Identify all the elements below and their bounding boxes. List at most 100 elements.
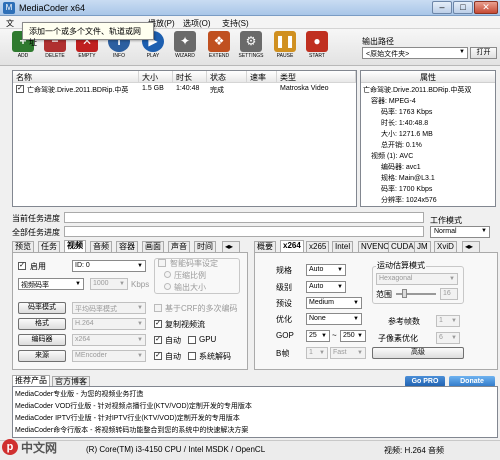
output-size-label: 输出大小 bbox=[174, 283, 206, 292]
file-list[interactable]: 名称 大小 时长 状态 速率 类型 ✓ 亡命驾驶.Drive.2011.BDRi… bbox=[12, 70, 357, 207]
chevron-down-icon: ▼ bbox=[353, 300, 359, 306]
column-header-duration[interactable]: 时长 bbox=[173, 71, 207, 83]
tab-intel[interactable]: Intel bbox=[332, 241, 354, 252]
start-label: START bbox=[309, 53, 325, 59]
tab-scroll[interactable]: ◂▸ bbox=[222, 241, 240, 252]
auto-encoder-checkbox[interactable]: ✓ bbox=[154, 336, 162, 344]
tab-time[interactable]: 时间 bbox=[194, 241, 216, 252]
list-item[interactable]: MediaCoder IPTV行业版 - 针对IPTV行业(KTV/VOD)定制… bbox=[15, 413, 240, 423]
start-button[interactable]: ● START bbox=[302, 31, 332, 65]
column-header-status[interactable]: 状态 bbox=[207, 71, 247, 83]
rate-mode-select[interactable]: 平均码率模式 ▼ bbox=[72, 302, 146, 314]
column-header-name[interactable]: 名称 bbox=[13, 71, 139, 83]
subpel-select[interactable]: 6 ▼ bbox=[436, 332, 460, 344]
format-select[interactable]: H.264 ▼ bbox=[72, 318, 146, 330]
tab-x264[interactable]: x264 bbox=[280, 240, 304, 252]
status-cpu: (R) Core(TM) i3-4150 CPU / Intel MSDK / … bbox=[86, 445, 266, 454]
output-path-combo[interactable]: <原始文件夹> ▼ bbox=[362, 47, 468, 59]
rate-mode-button[interactable]: 码率模式 bbox=[18, 302, 66, 314]
column-header-type[interactable]: 类型 bbox=[277, 71, 356, 83]
gop-min-select[interactable]: 25 ▼ bbox=[306, 330, 330, 342]
open-folder-button[interactable]: 打开 bbox=[470, 47, 497, 59]
maximize-icon[interactable]: □ bbox=[453, 1, 473, 14]
chevron-down-icon: ▼ bbox=[337, 284, 343, 290]
source-select[interactable]: MEncoder ▼ bbox=[72, 350, 146, 362]
list-item[interactable]: MediaCoder VOD行业版 - 针对视频点播行业(KTV/VOD)定制开… bbox=[15, 401, 252, 411]
tab-container[interactable]: 容器 bbox=[116, 241, 138, 252]
bframes-mode-select[interactable]: Fast ▼ bbox=[330, 347, 366, 359]
source-button[interactable]: 来源 bbox=[18, 350, 66, 362]
range-value-box[interactable]: 16 bbox=[440, 288, 458, 300]
menu-file[interactable]: 文 bbox=[6, 18, 14, 29]
tab-summary[interactable]: 概要 bbox=[254, 241, 276, 252]
tab-scroll-right[interactable]: ◂▸ bbox=[462, 241, 480, 252]
profile-select[interactable]: Auto ▼ bbox=[306, 264, 346, 276]
encoder-select[interactable]: x264 ▼ bbox=[72, 334, 146, 346]
chevron-down-icon: ▼ bbox=[337, 267, 343, 273]
properties-header: 属性 bbox=[361, 71, 495, 83]
compress-ratio-radio[interactable] bbox=[164, 271, 171, 278]
tab-picture[interactable]: 画面 bbox=[142, 241, 164, 252]
extend-button[interactable]: ❖ EXTEND bbox=[204, 31, 234, 65]
ref-frames-value: 1 bbox=[439, 317, 443, 324]
column-header-size[interactable]: 大小 bbox=[139, 71, 173, 83]
close-icon[interactable]: ✕ bbox=[474, 1, 498, 14]
tab-tasks[interactable]: 任务 bbox=[38, 241, 60, 252]
tab-jm[interactable]: JM bbox=[414, 241, 431, 252]
crf-label: 基于CRF的多次编码 bbox=[165, 304, 238, 313]
tab-xvid[interactable]: XviD bbox=[434, 241, 457, 252]
bitrate-input[interactable]: 1000 ▼ bbox=[90, 278, 128, 290]
encoder-button[interactable]: 编码器 bbox=[18, 334, 66, 346]
table-row[interactable]: ✓ 亡命驾驶.Drive.2011.BDRip.中英 1.5 GB 1:40:4… bbox=[13, 84, 356, 95]
tab-video[interactable]: 视频 bbox=[64, 240, 86, 252]
list-item[interactable]: MediaCoder命令行版本 - 将视频转码功能整合到您的系统中的快速解决方案 bbox=[15, 425, 248, 435]
empty-label: EMPTY bbox=[78, 53, 96, 59]
range-slider-handle[interactable] bbox=[402, 289, 407, 298]
tab-x265[interactable]: x265 bbox=[306, 241, 330, 252]
chevron-down-icon: ▼ bbox=[119, 281, 125, 287]
ref-frames-select[interactable]: 1 ▼ bbox=[436, 315, 460, 327]
row-checkbox[interactable]: ✓ bbox=[16, 85, 24, 93]
gpu-label: GPU bbox=[199, 335, 217, 344]
crf-checkbox[interactable] bbox=[154, 304, 162, 312]
smart-bitrate-checkbox[interactable] bbox=[158, 259, 166, 267]
system-decode-checkbox[interactable] bbox=[188, 352, 196, 360]
motion-estimation-select[interactable]: Hexagonal ▼ bbox=[376, 273, 458, 285]
enable-video-checkbox[interactable]: ✓ bbox=[18, 262, 26, 270]
overall-progress-label: 全部任务进度 bbox=[12, 228, 60, 237]
gop-max-select[interactable]: 250 ▼ bbox=[340, 330, 366, 342]
settings-button[interactable]: ⚙ SETTINGS bbox=[236, 31, 266, 65]
copy-stream-checkbox[interactable]: ✓ bbox=[154, 320, 162, 328]
auto-source-checkbox[interactable]: ✓ bbox=[154, 352, 162, 360]
menu-support[interactable]: 支持(S) bbox=[222, 18, 249, 29]
motion-estimation-label: 运动估算模式 bbox=[376, 260, 426, 271]
minimize-icon[interactable]: – bbox=[432, 1, 452, 14]
wizard-button[interactable]: ✦ WIZARD bbox=[170, 31, 200, 65]
news-list[interactable]: MediaCoder专业版 - 为您的视频业务打造 MediaCoder VOD… bbox=[12, 386, 498, 438]
pause-button[interactable]: ❚❚ PAUSE bbox=[270, 31, 300, 65]
tune-select[interactable]: None ▼ bbox=[306, 313, 362, 325]
bframes-select[interactable]: 1 ▼ bbox=[306, 347, 328, 359]
menu-options[interactable]: 选项(O) bbox=[183, 18, 211, 29]
tab-cuda[interactable]: CUDA bbox=[388, 241, 417, 252]
tab-nvenc[interactable]: NVENC bbox=[358, 241, 393, 252]
format-button[interactable]: 格式 bbox=[18, 318, 66, 330]
column-header-rate[interactable]: 速率 bbox=[247, 71, 277, 83]
tab-audio[interactable]: 音频 bbox=[90, 241, 112, 252]
work-mode-select[interactable]: Normal ▼ bbox=[430, 226, 490, 238]
work-mode-label: 工作模式 bbox=[430, 216, 462, 225]
enable-video-label: 启用 bbox=[30, 262, 46, 271]
gpu-checkbox[interactable] bbox=[188, 336, 196, 344]
advanced-button[interactable]: 高级 bbox=[372, 347, 464, 359]
level-select[interactable]: Auto ▼ bbox=[306, 281, 346, 293]
bitrate-mode-select[interactable]: 视频码率 ▼ bbox=[18, 278, 84, 290]
preset-select[interactable]: Medium ▼ bbox=[306, 297, 362, 309]
tab-sound[interactable]: 声音 bbox=[168, 241, 190, 252]
source-id-select[interactable]: ID: 0 ▼ bbox=[72, 260, 146, 272]
tab-preview[interactable]: 预览 bbox=[12, 241, 34, 252]
properties-panel[interactable]: 属性 亡命驾驶.Drive.2011.BDRip.中英双 容器: MPEG-4 … bbox=[360, 70, 496, 207]
rate-mode-value: 平均码率模式 bbox=[75, 306, 117, 313]
list-item[interactable]: MediaCoder专业版 - 为您的视频业务打造 bbox=[15, 389, 143, 399]
motion-estimation-value: Hexagonal bbox=[379, 275, 413, 282]
output-size-radio[interactable] bbox=[164, 283, 171, 290]
